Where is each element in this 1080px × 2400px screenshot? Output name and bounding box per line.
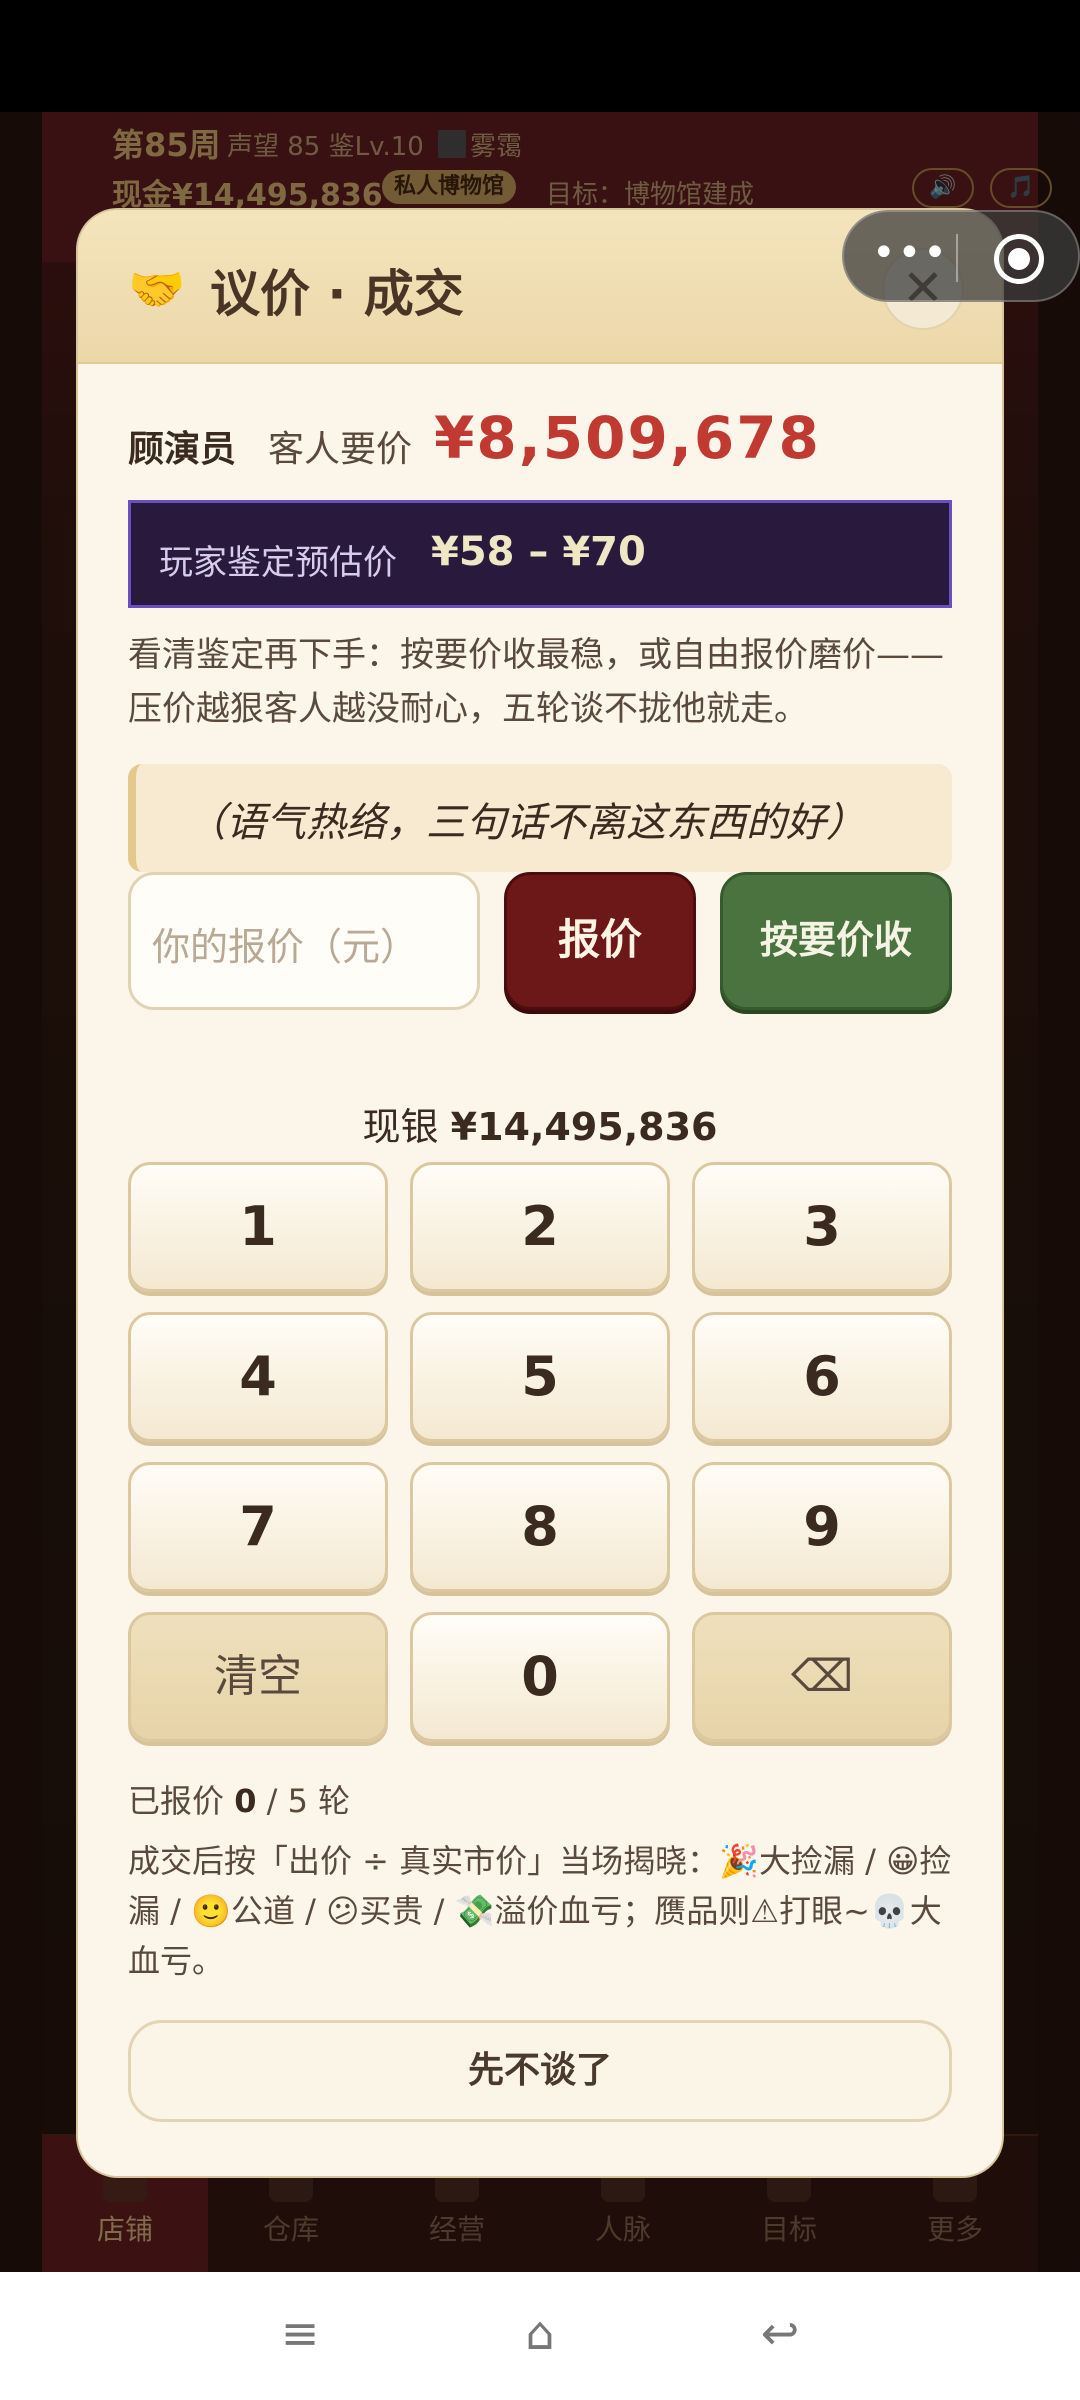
key-2[interactable]: 2 bbox=[410, 1162, 670, 1292]
key-1[interactable]: 1 bbox=[128, 1162, 388, 1292]
rounds-prefix: 已报价 bbox=[128, 1782, 225, 1820]
quote-text: （语气热络，三句话不离这东西的好） bbox=[186, 800, 866, 846]
home-icon[interactable]: ⌂ bbox=[505, 2306, 575, 2366]
reveal-rules: 成交后按「出价 ÷ 真实市价」当场揭晓：🎉大捡漏 / 😀捡漏 / 🙂公道 / 😕… bbox=[128, 1842, 952, 1980]
miniprogram-capsule: ••• bbox=[842, 210, 1080, 302]
status-bar bbox=[0, 0, 1080, 112]
cash-prefix: 现银 bbox=[362, 1105, 439, 1149]
ask-price-label: 客人要价 bbox=[268, 429, 413, 470]
bargain-hint: 看清鉴定再下手：按要价收最稳，或自由报价磨价——压价越狠客人越没耐心，五轮谈不拢… bbox=[128, 635, 944, 729]
rounds-suffix: / 5 轮 bbox=[266, 1782, 351, 1820]
accept-price-button[interactable]: 按要价收 bbox=[720, 872, 952, 1010]
current-cash: 现银 ¥14,495,836 bbox=[78, 1096, 1002, 1151]
dialog-title: 议价 · 成交 bbox=[210, 265, 464, 323]
ask-price-value: ¥8,509,678 bbox=[434, 404, 821, 472]
key-3[interactable]: 3 bbox=[692, 1162, 952, 1292]
key-clear[interactable]: 清空 bbox=[128, 1612, 388, 1742]
key-9[interactable]: 9 bbox=[692, 1462, 952, 1592]
appraisal-label: 玩家鉴定预估价 bbox=[159, 543, 397, 583]
key-6[interactable]: 6 bbox=[692, 1312, 952, 1442]
more-menu-icon[interactable]: ••• bbox=[872, 230, 949, 276]
appraisal-box: 玩家鉴定预估价 ¥58 – ¥70 bbox=[128, 500, 952, 608]
price-input-placeholder: 你的报价（元） bbox=[152, 925, 419, 969]
capsule-divider bbox=[956, 234, 958, 282]
key-8[interactable]: 8 bbox=[410, 1462, 670, 1592]
rounds-done: 0 bbox=[234, 1782, 257, 1820]
system-nav-bar: ≡ ⌂ ↩ bbox=[0, 2272, 1080, 2400]
customer-name: 顾演员 bbox=[128, 429, 237, 470]
handshake-icon: 🤝 bbox=[128, 262, 186, 316]
menu-icon[interactable]: ≡ bbox=[265, 2306, 335, 2366]
rounds-counter: 已报价 0 / 5 轮 bbox=[128, 1776, 350, 1822]
skip-button[interactable]: 先不谈了 bbox=[128, 2020, 952, 2122]
target-dot bbox=[1008, 248, 1030, 270]
key-5[interactable]: 5 bbox=[410, 1312, 670, 1442]
bargain-dialog: 🤝 议价 · 成交 ✕ 顾演员 客人要价 ¥8,509,678 玩家鉴定预估价 … bbox=[78, 210, 1002, 2176]
back-icon[interactable]: ↩ bbox=[745, 2306, 815, 2366]
customer-quote: （语气热络，三句话不离这东西的好） bbox=[128, 764, 952, 872]
key-0[interactable]: 0 bbox=[410, 1612, 670, 1742]
cash-value: ¥14,495,836 bbox=[450, 1105, 718, 1149]
key-4[interactable]: 4 bbox=[128, 1312, 388, 1442]
key-7[interactable]: 7 bbox=[128, 1462, 388, 1592]
offer-button[interactable]: 报价 bbox=[504, 872, 696, 1010]
appraisal-range: ¥58 – ¥70 bbox=[431, 529, 646, 575]
backspace-icon[interactable]: ⌫ bbox=[692, 1612, 952, 1742]
